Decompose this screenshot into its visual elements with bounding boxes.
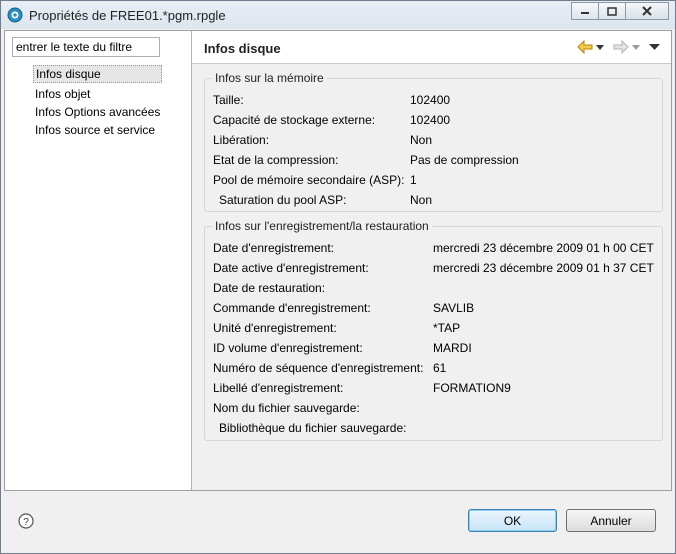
- navigation-pane: Infos disque Infos objet Infos Options a…: [5, 31, 192, 490]
- memory-group-title: Infos sur la mémoire: [212, 71, 327, 85]
- close-icon: [642, 6, 652, 16]
- memory-info-group: Infos sur la mémoire Taille: 102400 Capa…: [204, 71, 663, 212]
- save-file-name-label: Nom du fichier sauvegarde:: [213, 401, 360, 415]
- nav-item-infos-source-service[interactable]: Infos source et service: [33, 121, 162, 139]
- properties-dialog: Propriétés de FREE01.*pgm.rpgle Infos di…: [0, 0, 676, 554]
- freed-value: Non: [410, 133, 433, 147]
- svg-text:?: ?: [23, 517, 29, 528]
- back-dropdown-icon[interactable]: [596, 43, 604, 51]
- close-button[interactable]: [625, 2, 669, 20]
- save-date-value: mercredi 23 décembre 2009 01 h 00 CET: [433, 241, 654, 255]
- nav-item-infos-options-avancees[interactable]: Infos Options avancées: [33, 103, 162, 121]
- window-title: Propriétés de FREE01.*pgm.rpgle: [29, 8, 226, 23]
- compression-value: Pas de compression: [410, 153, 519, 167]
- save-file-library-label: Bibliothèque du fichier sauvegarde:: [219, 421, 407, 435]
- minimize-icon: [581, 12, 589, 14]
- page-title: Infos disque: [204, 41, 281, 56]
- external-storage-value: 102400: [410, 113, 451, 127]
- nav-item-infos-disque[interactable]: Infos disque: [33, 65, 163, 83]
- memory-size-label: Taille:: [213, 93, 244, 107]
- save-sequence-label: Numéro de séquence d'enregistrement:: [213, 361, 424, 375]
- save-command-value: SAVLIB: [433, 301, 475, 315]
- save-group-title: Infos sur l'enregistrement/la restaurati…: [212, 219, 432, 233]
- page-header: Infos disque: [192, 31, 671, 64]
- save-restore-info-group: Infos sur l'enregistrement/la restaurati…: [204, 219, 663, 441]
- external-storage-label: Capacité de stockage externe:: [213, 113, 376, 127]
- minimize-button[interactable]: [571, 2, 599, 20]
- dialog-body: Infos disque Infos objet Infos Options a…: [4, 30, 672, 491]
- save-device-label: Unité d'enregistrement:: [213, 321, 337, 335]
- view-menu-icon[interactable]: [649, 43, 661, 51]
- page-navigation: [577, 40, 661, 54]
- forward-arrow-icon[interactable]: [613, 40, 629, 54]
- content-pane: Infos disque Infos sur la mémoire Taille…: [192, 31, 671, 490]
- compression-label: Etat de la compression:: [213, 153, 339, 167]
- save-volume-label: ID volume d'enregistrement:: [213, 341, 363, 355]
- asp-overflow-label: Saturation du pool ASP:: [219, 193, 347, 207]
- maximize-icon: [607, 6, 617, 16]
- restore-date-label: Date de restauration:: [213, 281, 326, 295]
- filter-input[interactable]: [12, 37, 160, 57]
- back-arrow-icon[interactable]: [577, 40, 593, 54]
- cancel-button[interactable]: Annuler: [566, 509, 656, 532]
- nav-item-infos-objet[interactable]: Infos objet: [33, 85, 162, 103]
- memory-size-value: 102400: [410, 93, 451, 107]
- title-bar: Propriétés de FREE01.*pgm.rpgle: [1, 1, 675, 29]
- save-command-label: Commande d'enregistrement:: [213, 301, 371, 315]
- save-date-label: Date d'enregistrement:: [213, 241, 335, 255]
- button-bar: ? OK Annuler: [1, 491, 675, 553]
- asp-overflow-value: Non: [410, 193, 433, 207]
- maximize-button[interactable]: [598, 2, 626, 20]
- save-label-value: FORMATION9: [433, 381, 511, 395]
- help-icon[interactable]: ?: [18, 513, 34, 529]
- property-pages-list: Infos disque Infos objet Infos Options a…: [33, 65, 163, 139]
- active-save-date-value: mercredi 23 décembre 2009 01 h 37 CET: [433, 261, 654, 275]
- save-label-label: Libellé d'enregistrement:: [213, 381, 344, 395]
- freed-label: Libération:: [213, 133, 270, 147]
- asp-value: 1: [410, 173, 417, 187]
- ok-button[interactable]: OK: [468, 509, 557, 532]
- app-icon: [7, 7, 23, 23]
- window-controls: [571, 2, 669, 20]
- save-sequence-value: 61: [433, 361, 447, 375]
- save-volume-value: MARDI: [433, 341, 472, 355]
- asp-label: Pool de mémoire secondaire (ASP):: [213, 173, 405, 187]
- save-device-value: *TAP: [433, 321, 461, 335]
- active-save-date-label: Date active d'enregistrement:: [213, 261, 369, 275]
- forward-dropdown-icon[interactable]: [632, 43, 640, 51]
